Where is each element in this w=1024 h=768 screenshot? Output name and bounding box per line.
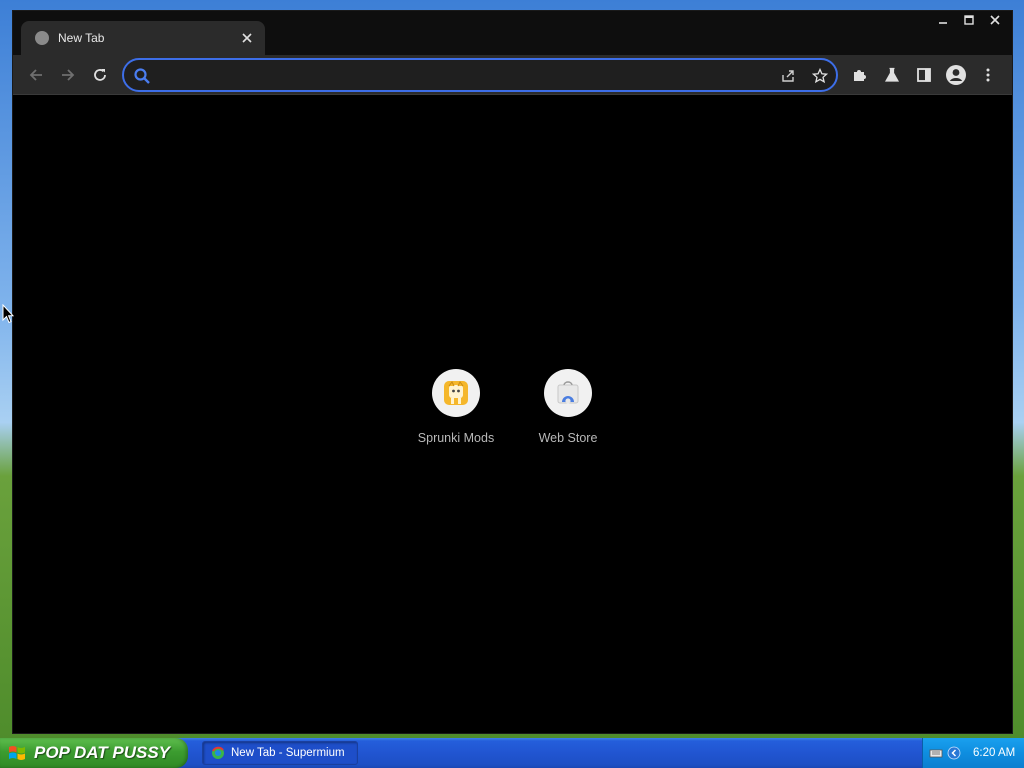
address-bar[interactable]	[122, 58, 838, 92]
tab-new-tab[interactable]: New Tab	[21, 21, 265, 55]
shortcut-label: Web Store	[538, 431, 598, 445]
back-button[interactable]	[22, 61, 50, 89]
tab-title: New Tab	[58, 31, 105, 45]
clock: 6:20 AM	[973, 747, 1016, 759]
sprunki-mods-icon	[444, 381, 468, 405]
title-bar: New Tab	[13, 11, 1012, 55]
reload-button[interactable]	[86, 61, 114, 89]
address-input[interactable]	[158, 64, 768, 86]
arrow-right-icon	[62, 69, 75, 81]
web-store-icon	[557, 381, 579, 404]
browser-window: New Tab Sprunki Mods Web Store	[12, 10, 1013, 734]
bookmark-star-button[interactable]	[809, 65, 831, 87]
browser-toolbar	[13, 55, 1012, 95]
close-button[interactable]	[982, 11, 1008, 29]
mouse-cursor-icon	[2, 304, 14, 324]
system-tray: 6:20 AM	[922, 738, 1024, 768]
side-panel-button[interactable]	[910, 61, 938, 89]
kebab-menu-icon	[986, 68, 990, 82]
share-button[interactable]	[777, 65, 799, 87]
window-controls	[930, 11, 1008, 29]
puzzle-icon	[854, 70, 866, 81]
reload-icon	[94, 69, 106, 81]
windows-logo-icon	[9, 746, 25, 760]
shortcut-label: Sprunki Mods	[417, 431, 495, 445]
labs-button[interactable]	[878, 61, 906, 89]
forward-button[interactable]	[54, 61, 82, 89]
side-panel-icon	[917, 68, 931, 82]
flask-icon	[884, 67, 900, 82]
globe-icon	[35, 31, 49, 45]
star-icon	[812, 68, 828, 84]
shortcut-web-store[interactable]: Web Store	[512, 369, 624, 461]
taskbar-item-label: New Tab - Supermium	[231, 747, 345, 759]
extensions-button[interactable]	[846, 61, 874, 89]
start-button[interactable]: POP DAT PUSSY	[0, 738, 188, 768]
share-icon	[782, 70, 794, 82]
avatar-icon	[946, 65, 966, 85]
profile-button[interactable]	[942, 61, 970, 89]
tab-close-icon[interactable]	[239, 30, 255, 46]
start-label: POP DAT PUSSY	[34, 743, 171, 762]
arrow-left-icon	[29, 69, 42, 81]
shortcut-icon-circle	[432, 369, 480, 417]
maximize-button[interactable]	[956, 11, 982, 29]
browser-globe-icon	[212, 746, 224, 759]
taskbar: POP DAT PUSSY New Tab - Supermium 6:20 A…	[0, 738, 1024, 768]
minimize-button[interactable]	[930, 11, 956, 29]
search-icon	[133, 67, 151, 85]
shortcut-sprunki-mods[interactable]: Sprunki Mods	[400, 369, 512, 461]
chevron-left-icon[interactable]	[947, 746, 961, 760]
shortcut-icon-circle	[544, 369, 592, 417]
keyboard-icon[interactable]	[929, 746, 943, 760]
menu-button[interactable]	[974, 61, 1002, 89]
new-tab-page: Sprunki Mods Web Store	[13, 96, 1012, 733]
taskbar-item-supermium[interactable]: New Tab - Supermium	[202, 741, 358, 765]
